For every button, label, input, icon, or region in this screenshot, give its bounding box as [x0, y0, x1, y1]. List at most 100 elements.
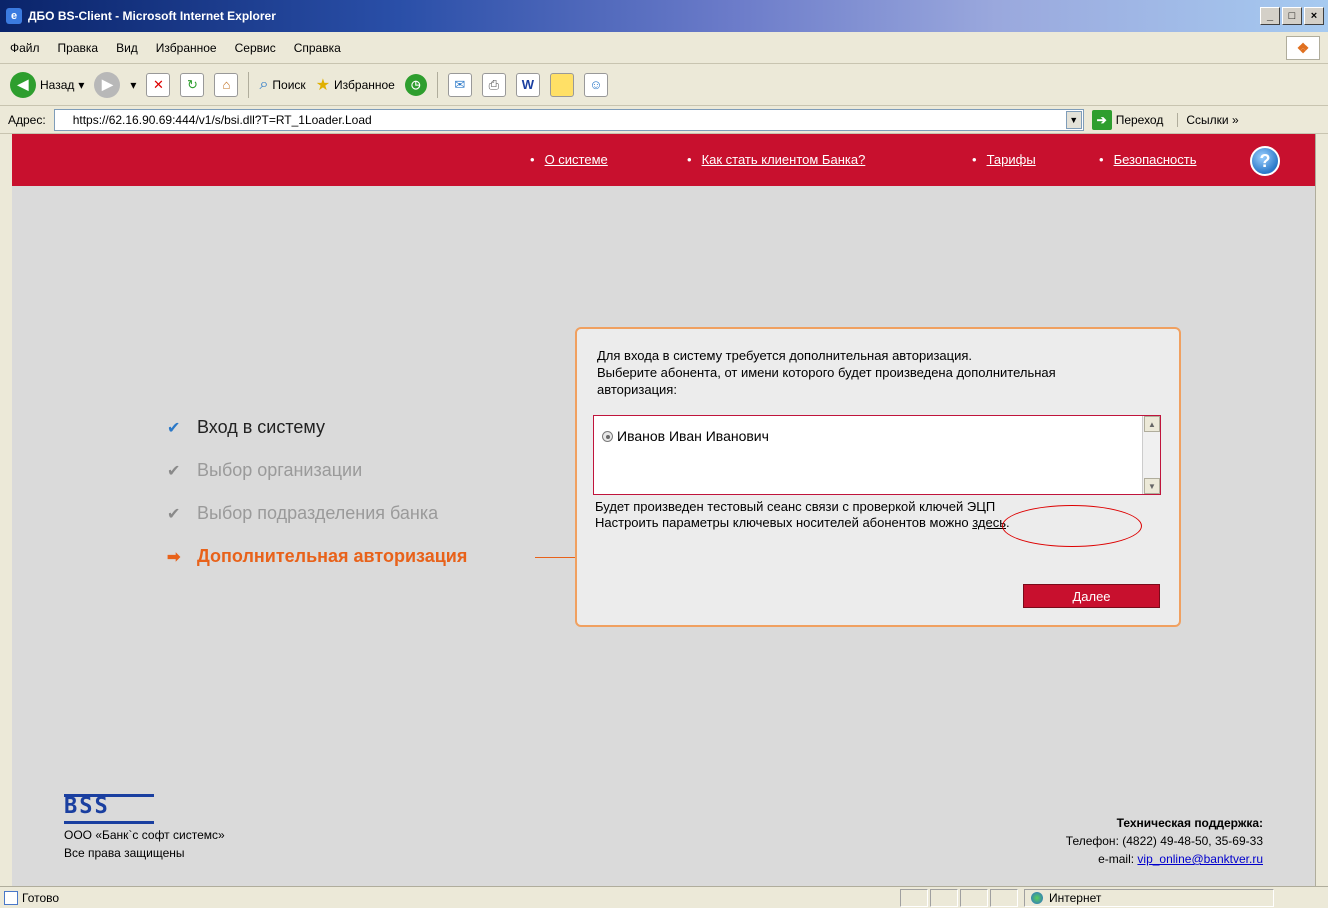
word-icon[interactable]: W — [515, 72, 540, 97]
note-line-1: Будет произведен тестовый сеанс связи с … — [595, 499, 996, 514]
separator — [436, 71, 438, 98]
page-viewport: • О системе • Как стать клиентом Банка? • Т… — [12, 134, 1315, 886]
company-name: ООО «Банк`с софт системс» — [64, 828, 225, 842]
close-button[interactable]: × — [1304, 7, 1324, 25]
step-connector-line — [535, 557, 577, 558]
address-dropdown-icon[interactable]: ▼ — [1065, 110, 1082, 129]
step-additional-auth-label: Дополнительная авторизация — [197, 546, 468, 566]
note-line-2: Настроить параметры ключевых носителей а… — [595, 515, 1010, 531]
globe-icon — [1031, 891, 1043, 904]
next-button[interactable]: Далее — [1023, 584, 1160, 608]
list-item[interactable]: Иванов Иван Иванович — [602, 428, 769, 444]
address-bar: Адрес: https://62.16.90.69:444/v1/s/bsi.… — [0, 106, 1328, 134]
menu-help[interactable]: Справка — [294, 41, 341, 55]
address-label: Адрес: — [8, 112, 46, 127]
back-label: Назад — [40, 77, 75, 92]
subscriber-name: Иванов Иван Иванович — [617, 428, 769, 444]
footer-support: Техническая поддержка: Телефон: (4822) 4… — [1066, 814, 1263, 868]
print-icon[interactable]: ⎙ — [481, 72, 506, 97]
scroll-up-icon[interactable]: ▲ — [1144, 416, 1160, 432]
note-line-2-text: Настроить параметры ключевых носителей а… — [595, 515, 973, 530]
email-prefix: e-mail: — [1098, 852, 1138, 866]
go-arrow-icon: ➔ — [1091, 109, 1112, 130]
nav-about[interactable]: • О системе — [530, 152, 608, 167]
maximize-button[interactable]: □ — [1282, 7, 1302, 25]
toolbar: ◀ Назад ▾ ▶ ▾ ✕ ↻ ⌂ ⌕ Поиск ★ Избранное … — [0, 64, 1328, 106]
page-icon — [4, 890, 18, 905]
note-icon[interactable] — [549, 72, 574, 97]
bss-logo-text: BSS — [64, 794, 110, 819]
nav-tariffs-link[interactable]: Тарифы — [987, 152, 1036, 167]
scroll-down-icon[interactable]: ▼ — [1144, 478, 1160, 494]
support-email-row: e-mail: vip_online@banktver.ru — [1066, 850, 1263, 868]
stop-icon[interactable]: ✕ — [146, 72, 171, 97]
support-email-link[interactable]: vip_online@banktver.ru — [1137, 852, 1263, 866]
nav-about-link[interactable]: О системе — [545, 152, 608, 167]
panel-line-1: Для входа в систему требуется дополнител… — [597, 348, 973, 363]
list-scrollbar[interactable]: ▲ ▼ — [1142, 416, 1160, 494]
minimize-button[interactable]: _ — [1260, 7, 1280, 25]
links-button[interactable]: Ссылки » — [1177, 112, 1239, 127]
panel-line-2: Выберите абонента, от имени которого буд… — [597, 365, 1056, 380]
nav-security-link[interactable]: Безопасность — [1114, 152, 1197, 167]
url-field[interactable]: https://62.16.90.69:444/v1/s/bsi.dll?T=R… — [53, 108, 1084, 131]
step-organization-label: Выбор организации — [197, 460, 363, 480]
chevron-down-icon: ▾ — [130, 77, 137, 92]
step-additional-auth: ➡ Дополнительная авторизация — [167, 546, 467, 567]
settings-here-link[interactable]: здесь — [972, 515, 1006, 530]
status-cell — [990, 888, 1018, 907]
nav-tariffs[interactable]: • Тарифы — [972, 152, 1036, 167]
subscriber-radio[interactable] — [602, 430, 613, 442]
window-title: ДБО BS-Client - Microsoft Internet Explo… — [28, 9, 276, 23]
window-frame-right — [1315, 134, 1328, 886]
home-icon[interactable]: ⌂ — [214, 72, 239, 97]
refresh-icon[interactable]: ↻ — [180, 72, 205, 97]
support-phone: Телефон: (4822) 49-48-50, 35-69-33 — [1065, 834, 1263, 848]
title-bar: e ДБО BS-Client - Microsoft Internet Exp… — [0, 0, 1328, 32]
search-icon: ⌕ — [259, 75, 269, 93]
search-button[interactable]: ⌕ Поиск — [259, 76, 305, 94]
zone-label: Интернет — [1049, 890, 1102, 905]
step-login-label: Вход в систему — [197, 417, 325, 437]
step-bank-branch: ✔ Выбор подразделения банка — [167, 503, 438, 524]
menu-favorites[interactable]: Избранное — [156, 41, 217, 55]
nav-security[interactable]: • Безопасность — [1099, 152, 1197, 167]
window-frame-left — [0, 134, 12, 886]
star-icon: ★ — [315, 76, 331, 94]
windows-logo-icon: ❖ — [1286, 36, 1320, 60]
status-left: Готово — [0, 890, 900, 905]
nav-become-client-link[interactable]: Как стать клиентом Банка? — [702, 152, 866, 167]
menu-edit[interactable]: Правка — [58, 41, 99, 55]
back-button[interactable]: ◀ Назад ▾ — [10, 71, 85, 98]
status-cell — [960, 888, 988, 907]
messenger-icon[interactable]: ☺ — [583, 72, 608, 97]
ie-icon: e — [6, 8, 22, 24]
status-cell — [930, 888, 958, 907]
separator — [248, 71, 250, 98]
forward-button[interactable]: ▶ — [94, 71, 121, 98]
panel-note: Будет произведен тестовый сеанс связи с … — [595, 499, 1010, 531]
menu-bar: Файл Правка Вид Избранное Сервис Справка… — [0, 32, 1328, 64]
checkmark-icon: ✔ — [167, 419, 181, 437]
history-icon[interactable]: ◷ — [404, 73, 427, 96]
status-cell — [900, 888, 928, 907]
favorites-label: Избранное — [334, 77, 395, 92]
nav-become-client[interactable]: • Как стать клиентом Банка? — [687, 152, 865, 167]
mail-icon[interactable]: ✉ — [447, 72, 472, 97]
page-header: • О системе • Как стать клиентом Банка? • Т… — [12, 134, 1315, 186]
go-button[interactable]: ➔ Переход — [1091, 109, 1164, 130]
security-zone: Интернет — [1024, 888, 1274, 907]
subscriber-list[interactable]: Иванов Иван Иванович ▲ ▼ — [593, 415, 1161, 495]
arrow-right-icon: ➡ — [167, 548, 181, 566]
chevron-down-icon: ▾ — [78, 77, 85, 92]
checkmark-icon: ✔ — [167, 462, 181, 480]
menu-tools[interactable]: Сервис — [235, 41, 276, 55]
step-bank-branch-label: Выбор подразделения банка — [197, 503, 439, 523]
help-icon[interactable]: ? — [1250, 146, 1280, 176]
footer-company: BSS ООО «Банк`с софт системс» Все права … — [64, 794, 225, 862]
back-arrow-icon: ◀ — [10, 71, 36, 98]
go-label: Переход — [1115, 112, 1164, 127]
favorites-button[interactable]: ★ Избранное — [316, 75, 395, 95]
menu-view[interactable]: Вид — [116, 41, 138, 55]
menu-file[interactable]: Файл — [10, 41, 40, 55]
